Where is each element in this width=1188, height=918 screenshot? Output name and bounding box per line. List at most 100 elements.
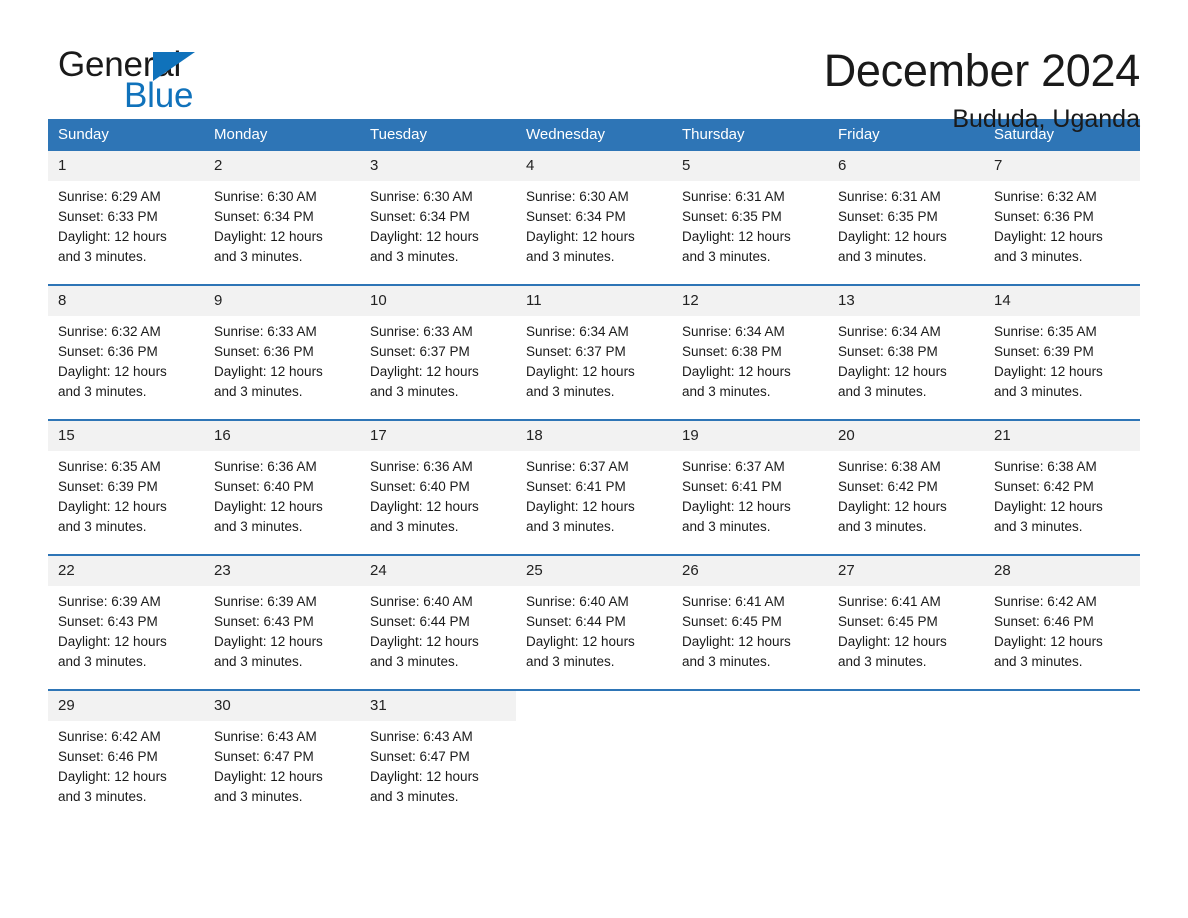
daylight-duration-line2: and 3 minutes. [370, 654, 459, 669]
day-number [984, 691, 1140, 703]
calendar-day-cell[interactable]: 20 Sunrise: 6:38 AM Sunset: 6:42 PM Dayligh… [828, 419, 984, 555]
page-header: General Blue December 2024 Bududa, Ugand… [48, 0, 1140, 134]
daylight-duration-line2: and 3 minutes. [682, 249, 771, 264]
calendar-day-cell[interactable]: 18 Sunrise: 6:37 AM Sunset: 6:41 PM Dayligh… [516, 419, 672, 555]
sunset-time: Sunset: 6:38 PM [682, 344, 782, 359]
calendar-day-cell[interactable]: 13 Sunrise: 6:34 AM Sunset: 6:38 PM Dayligh… [828, 284, 984, 420]
day-number: 4 [516, 151, 672, 181]
sunrise-time: Sunrise: 6:41 AM [838, 594, 941, 609]
calendar-day-cell[interactable]: 23 Sunrise: 6:39 AM Sunset: 6:43 PM Dayligh… [204, 554, 360, 690]
weekday-header-thursday: Thursday [672, 119, 828, 151]
sunrise-time: Sunrise: 6:32 AM [994, 189, 1097, 204]
daylight-duration-line1: Daylight: 12 hours [370, 499, 479, 514]
sunrise-time: Sunrise: 6:30 AM [370, 189, 473, 204]
calendar-day-cell[interactable]: 19 Sunrise: 6:37 AM Sunset: 6:41 PM Dayligh… [672, 419, 828, 555]
day-number: 13 [828, 286, 984, 316]
day-details: Sunrise: 6:43 AM Sunset: 6:47 PM Daylight:… [204, 721, 360, 807]
day-number: 12 [672, 286, 828, 316]
day-number: 9 [204, 286, 360, 316]
day-details: Sunrise: 6:30 AM Sunset: 6:34 PM Daylight:… [360, 181, 516, 267]
daylight-duration-line2: and 3 minutes. [994, 249, 1083, 264]
daylight-duration-line1: Daylight: 12 hours [682, 634, 791, 649]
sunset-time: Sunset: 6:37 PM [526, 344, 626, 359]
daylight-duration-line1: Daylight: 12 hours [994, 499, 1103, 514]
calendar-day-cell[interactable]: 27 Sunrise: 6:41 AM Sunset: 6:45 PM Dayligh… [828, 554, 984, 690]
day-number: 3 [360, 151, 516, 181]
calendar-day-cell[interactable]: 8 Sunrise: 6:32 AM Sunset: 6:36 PM Daylight… [48, 284, 204, 420]
calendar-day-cell[interactable]: 30 Sunrise: 6:43 AM Sunset: 6:47 PM Dayligh… [204, 689, 360, 824]
daylight-duration-line2: and 3 minutes. [838, 384, 927, 399]
calendar-day-cell[interactable]: 5 Sunrise: 6:31 AM Sunset: 6:35 PM Daylight… [672, 151, 828, 285]
calendar-day-cell[interactable]: 14 Sunrise: 6:35 AM Sunset: 6:39 PM Dayligh… [984, 284, 1140, 420]
day-number: 27 [828, 556, 984, 586]
sunset-time: Sunset: 6:40 PM [214, 479, 314, 494]
calendar-day-cell[interactable]: 17 Sunrise: 6:36 AM Sunset: 6:40 PM Dayligh… [360, 419, 516, 555]
sunrise-time: Sunrise: 6:34 AM [526, 324, 629, 339]
sunset-time: Sunset: 6:35 PM [838, 209, 938, 224]
calendar-day-cell[interactable]: 1 Sunrise: 6:29 AM Sunset: 6:33 PM Daylight… [48, 151, 204, 285]
daylight-duration-line1: Daylight: 12 hours [682, 364, 791, 379]
day-number: 16 [204, 421, 360, 451]
calendar-day-cell[interactable]: 25 Sunrise: 6:40 AM Sunset: 6:44 PM Dayligh… [516, 554, 672, 690]
calendar-day-cell[interactable]: 2 Sunrise: 6:30 AM Sunset: 6:34 PM Daylight… [204, 151, 360, 285]
calendar-day-cell[interactable]: 22 Sunrise: 6:39 AM Sunset: 6:43 PM Dayligh… [48, 554, 204, 690]
day-number: 17 [360, 421, 516, 451]
daylight-duration-line1: Daylight: 12 hours [682, 499, 791, 514]
daylight-duration-line2: and 3 minutes. [214, 519, 303, 534]
day-number: 6 [828, 151, 984, 181]
calendar-day-cell[interactable]: 28 Sunrise: 6:42 AM Sunset: 6:46 PM Dayligh… [984, 554, 1140, 690]
day-number [516, 691, 672, 703]
day-number: 20 [828, 421, 984, 451]
general-blue-logo[interactable]: General Blue [48, 44, 248, 120]
day-details: Sunrise: 6:30 AM Sunset: 6:34 PM Daylight:… [516, 181, 672, 267]
daylight-duration-line2: and 3 minutes. [58, 789, 147, 804]
day-number: 8 [48, 286, 204, 316]
daylight-duration-line2: and 3 minutes. [838, 654, 927, 669]
daylight-duration-line1: Daylight: 12 hours [214, 634, 323, 649]
calendar-week-row: 29 Sunrise: 6:42 AM Sunset: 6:46 PM Dayligh… [48, 689, 1140, 824]
sunset-time: Sunset: 6:44 PM [370, 614, 470, 629]
daylight-duration-line1: Daylight: 12 hours [370, 634, 479, 649]
day-details: Sunrise: 6:41 AM Sunset: 6:45 PM Daylight:… [672, 586, 828, 672]
sunset-time: Sunset: 6:36 PM [214, 344, 314, 359]
calendar-day-cell[interactable]: 31 Sunrise: 6:43 AM Sunset: 6:47 PM Dayligh… [360, 689, 516, 824]
calendar-day-cell[interactable]: 4 Sunrise: 6:30 AM Sunset: 6:34 PM Daylight… [516, 151, 672, 285]
day-number: 22 [48, 556, 204, 586]
daylight-duration-line1: Daylight: 12 hours [214, 364, 323, 379]
day-details: Sunrise: 6:43 AM Sunset: 6:47 PM Daylight:… [360, 721, 516, 807]
calendar-day-cell[interactable]: 16 Sunrise: 6:36 AM Sunset: 6:40 PM Dayligh… [204, 419, 360, 555]
sunset-time: Sunset: 6:41 PM [526, 479, 626, 494]
daylight-duration-line1: Daylight: 12 hours [58, 499, 167, 514]
sunrise-time: Sunrise: 6:33 AM [214, 324, 317, 339]
daylight-duration-line2: and 3 minutes. [370, 519, 459, 534]
calendar-day-cell[interactable]: 15 Sunrise: 6:35 AM Sunset: 6:39 PM Dayligh… [48, 419, 204, 555]
daylight-duration-line1: Daylight: 12 hours [526, 499, 635, 514]
sunrise-time: Sunrise: 6:31 AM [838, 189, 941, 204]
daylight-duration-line2: and 3 minutes. [370, 249, 459, 264]
calendar-day-cell[interactable]: 29 Sunrise: 6:42 AM Sunset: 6:46 PM Dayligh… [48, 689, 204, 824]
day-details: Sunrise: 6:35 AM Sunset: 6:39 PM Daylight:… [48, 451, 204, 537]
calendar-day-cell[interactable]: 10 Sunrise: 6:33 AM Sunset: 6:37 PM Dayligh… [360, 284, 516, 420]
calendar-day-cell[interactable]: 7 Sunrise: 6:32 AM Sunset: 6:36 PM Daylight… [984, 151, 1140, 285]
weekday-header-monday: Monday [204, 119, 360, 151]
sunset-time: Sunset: 6:42 PM [994, 479, 1094, 494]
day-number: 23 [204, 556, 360, 586]
sunrise-time: Sunrise: 6:42 AM [994, 594, 1097, 609]
sunset-time: Sunset: 6:46 PM [994, 614, 1094, 629]
calendar-day-cell[interactable]: 21 Sunrise: 6:38 AM Sunset: 6:42 PM Dayligh… [984, 419, 1140, 555]
calendar-day-cell[interactable]: 11 Sunrise: 6:34 AM Sunset: 6:37 PM Dayligh… [516, 284, 672, 420]
calendar-day-cell[interactable]: 9 Sunrise: 6:33 AM Sunset: 6:36 PM Daylight… [204, 284, 360, 420]
calendar-day-cell[interactable]: 6 Sunrise: 6:31 AM Sunset: 6:35 PM Daylight… [828, 151, 984, 285]
calendar-day-cell[interactable]: 3 Sunrise: 6:30 AM Sunset: 6:34 PM Daylight… [360, 151, 516, 285]
daylight-duration-line2: and 3 minutes. [58, 519, 147, 534]
sunset-time: Sunset: 6:36 PM [994, 209, 1094, 224]
sunrise-time: Sunrise: 6:33 AM [370, 324, 473, 339]
calendar-day-cell[interactable]: 12 Sunrise: 6:34 AM Sunset: 6:38 PM Dayligh… [672, 284, 828, 420]
calendar-day-cell[interactable]: 24 Sunrise: 6:40 AM Sunset: 6:44 PM Dayligh… [360, 554, 516, 690]
sunrise-time: Sunrise: 6:43 AM [214, 729, 317, 744]
calendar-cell-empty [828, 689, 984, 824]
daylight-duration-line2: and 3 minutes. [994, 654, 1083, 669]
daylight-duration-line2: and 3 minutes. [370, 789, 459, 804]
calendar-day-cell[interactable]: 26 Sunrise: 6:41 AM Sunset: 6:45 PM Dayligh… [672, 554, 828, 690]
sunrise-time: Sunrise: 6:39 AM [58, 594, 161, 609]
